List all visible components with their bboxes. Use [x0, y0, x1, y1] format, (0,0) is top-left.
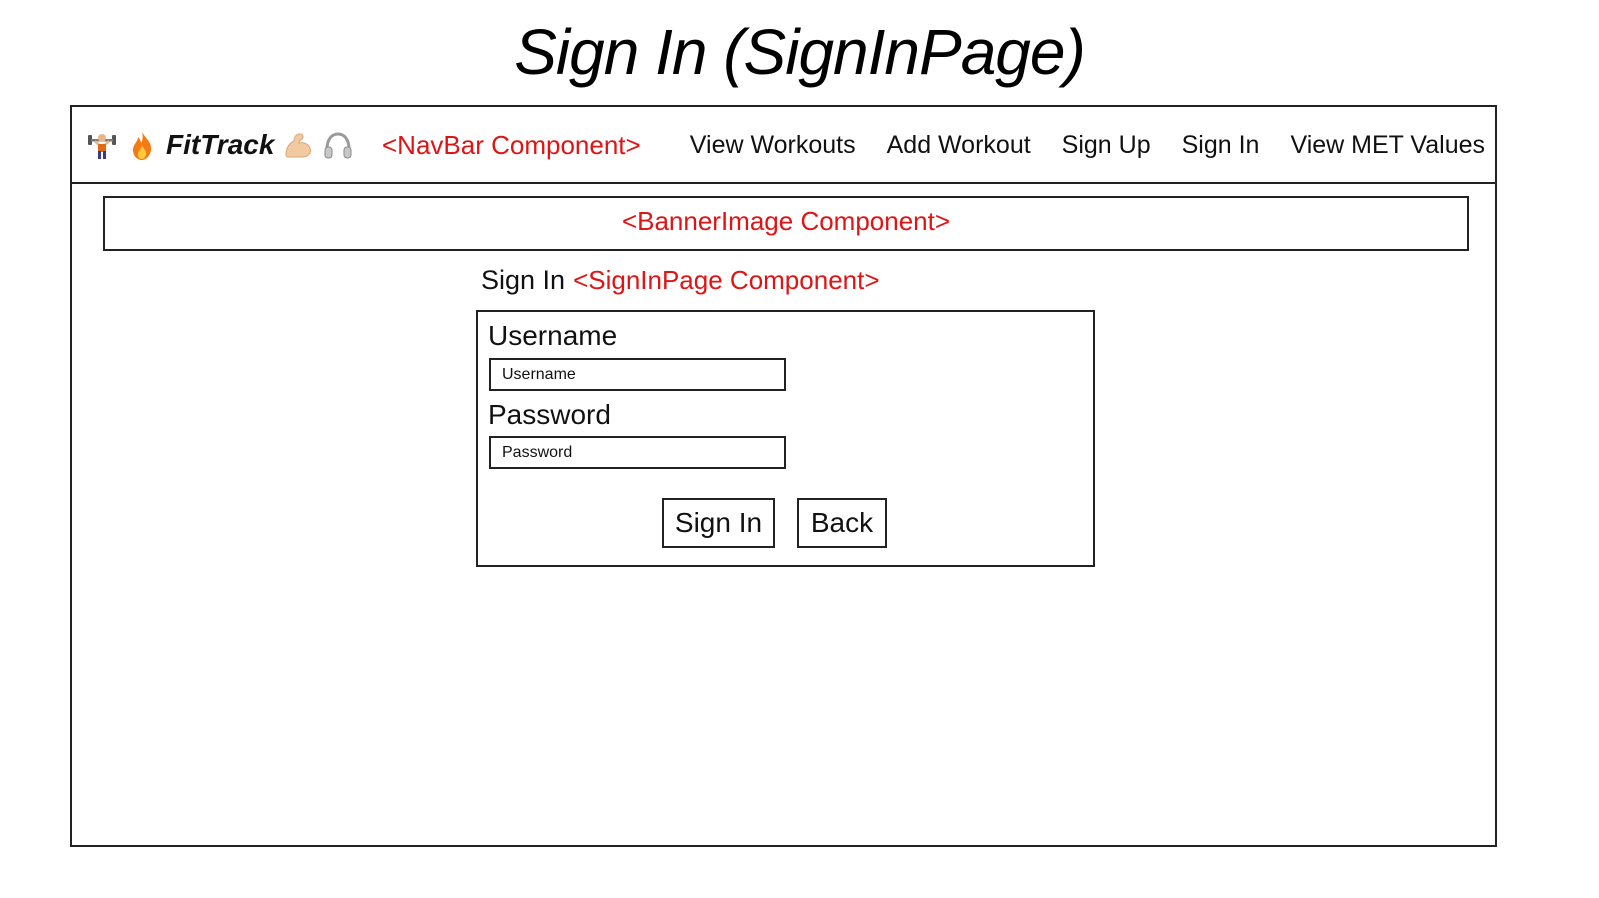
nav-link-sign-up[interactable]: Sign Up [1062, 129, 1151, 161]
weightlifter-icon [86, 129, 118, 161]
signin-heading-text: Sign In [481, 265, 566, 295]
back-button[interactable]: Back [797, 498, 887, 548]
password-label: Password [488, 399, 611, 430]
nav-link-sign-in[interactable]: Sign In [1182, 129, 1260, 161]
brand-name: FitTrack [166, 129, 275, 160]
page-title: Sign In (SignInPage) [514, 16, 1086, 88]
nav-link-view-workouts[interactable]: View Workouts [690, 129, 856, 161]
username-input[interactable] [489, 358, 786, 391]
signin-component-annotation: <SignInPage Component> [573, 265, 880, 295]
headphones-icon [322, 129, 354, 161]
brand[interactable]: FitTrack [86, 125, 354, 165]
username-label: Username [488, 320, 618, 351]
banner-image: <BannerImage Component> [103, 196, 1469, 251]
sign-in-button[interactable]: Sign In [662, 498, 775, 548]
navbar-component-annotation: <NavBar Component> [382, 130, 641, 160]
nav-link-view-met-values[interactable]: View MET Values [1290, 129, 1485, 161]
nav-link-add-workout[interactable]: Add Workout [887, 129, 1031, 161]
nav-links: View Workouts Add Workout Sign Up Sign I… [690, 129, 1485, 161]
page: Sign In (SignInPage) FitTrack <NavBar Co… [0, 0, 1599, 898]
signin-form: Username Password Sign In Back [476, 310, 1095, 567]
banner-component-annotation: <BannerImage Component> [621, 206, 951, 236]
fire-icon [126, 129, 158, 161]
navbar: FitTrack <NavBar Component> View Workout… [72, 107, 1495, 184]
password-input[interactable] [489, 436, 786, 469]
signin-heading: Sign In <SignInPage Component> [481, 265, 880, 296]
app-frame: FitTrack <NavBar Component> View Workout… [70, 105, 1497, 847]
flexed-biceps-icon [282, 129, 314, 161]
